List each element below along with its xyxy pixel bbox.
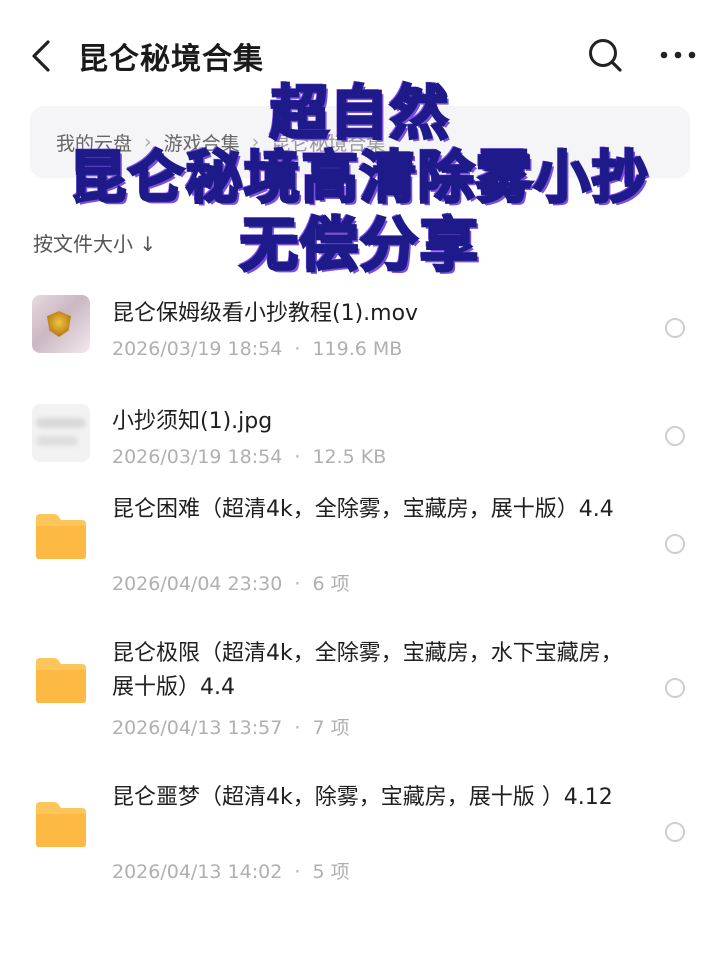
- file-name: 昆仑噩梦（超清4k，除雾，宝藏房，展十版 ）4.12: [112, 785, 613, 810]
- file-meta: 2026/04/13 13:57 · 7 项: [112, 713, 350, 740]
- file-meta: 2026/03/19 18:54 · 12.5 KB: [112, 446, 386, 468]
- folder-icon: [36, 802, 86, 847]
- breadcrumb-item-current: 昆仑秘境合集: [271, 132, 386, 155]
- breadcrumb-item[interactable]: 我的云盘: [56, 129, 132, 156]
- folder-icon: [36, 514, 86, 559]
- file-size: 5 项: [312, 861, 350, 883]
- chevron-right-icon: ›: [251, 131, 260, 153]
- file-size: 12.5 KB: [312, 446, 387, 468]
- list-item[interactable]: 昆仑噩梦（超清4k，除雾，宝藏房，展十版 ）4.12 2026/04/13 14…: [0, 785, 720, 918]
- list-item[interactable]: 小抄须知(1).jpg 2026/03/19 18:54 · 12.5 KB: [0, 390, 720, 490]
- chevron-left-icon[interactable]: [28, 38, 56, 74]
- file-name: 小抄须知(1).jpg: [112, 409, 273, 434]
- file-name: 昆仑保姆级看小抄教程(1).mov: [112, 301, 419, 326]
- image-thumbnail: [32, 404, 90, 462]
- file-date: 2026/04/13 14:02: [112, 861, 283, 883]
- sort-toggle[interactable]: 按文件大小 ↓: [33, 228, 156, 257]
- search-icon[interactable]: [586, 36, 624, 74]
- page-title: 昆仑秘境合集: [78, 42, 264, 77]
- list-item[interactable]: 昆仑困难（超清4k，全除雾，宝藏房，展十版）4.4 2026/04/04 23:…: [0, 497, 720, 630]
- chevron-right-icon: ›: [144, 131, 152, 153]
- select-radio[interactable]: [665, 678, 685, 698]
- top-bar: 昆仑秘境合集: [0, 0, 720, 110]
- file-size: 119.6 MB: [312, 338, 403, 360]
- select-radio[interactable]: [665, 318, 685, 338]
- file-meta: 2026/03/19 18:54 · 119.6 MB: [112, 338, 402, 360]
- select-radio[interactable]: [665, 534, 685, 554]
- list-item[interactable]: 昆仑保姆级看小抄教程(1).mov 2026/03/19 18:54 · 119…: [0, 280, 720, 380]
- file-name: 昆仑极限（超清4k，全除雾，宝藏房，水下宝藏房，展十版）4.4: [112, 641, 623, 700]
- file-meta: 2026/04/04 23:30 · 6 项: [112, 569, 350, 596]
- meta-separator: ·: [294, 717, 301, 739]
- folder-icon: [36, 658, 86, 703]
- breadcrumb-item[interactable]: 游戏合集: [164, 129, 240, 156]
- meta-separator: ·: [294, 573, 301, 595]
- file-size: 6 项: [312, 573, 350, 595]
- file-name: 昆仑困难（超清4k，全除雾，宝藏房，展十版）4.4: [112, 497, 614, 522]
- list-item[interactable]: 昆仑极限（超清4k，全除雾，宝藏房，水下宝藏房，展十版）4.4 2026/04/…: [0, 641, 720, 774]
- file-size: 7 项: [312, 717, 350, 739]
- file-date: 2026/04/04 23:30: [112, 573, 283, 595]
- breadcrumb: 我的云盘 › 游戏合集 › 昆仑秘境合集: [30, 106, 690, 178]
- select-radio[interactable]: [665, 822, 685, 842]
- select-radio[interactable]: [665, 426, 685, 446]
- meta-separator: ·: [294, 338, 301, 360]
- file-date: 2026/03/19 18:54: [112, 338, 283, 360]
- video-thumbnail: [32, 295, 90, 353]
- file-date: 2026/03/19 18:54: [112, 446, 283, 468]
- more-icon[interactable]: [656, 38, 700, 72]
- file-meta: 2026/04/13 14:02 · 5 项: [112, 857, 350, 884]
- meta-separator: ·: [294, 861, 301, 883]
- meta-separator: ·: [294, 446, 301, 468]
- file-date: 2026/04/13 13:57: [112, 717, 283, 739]
